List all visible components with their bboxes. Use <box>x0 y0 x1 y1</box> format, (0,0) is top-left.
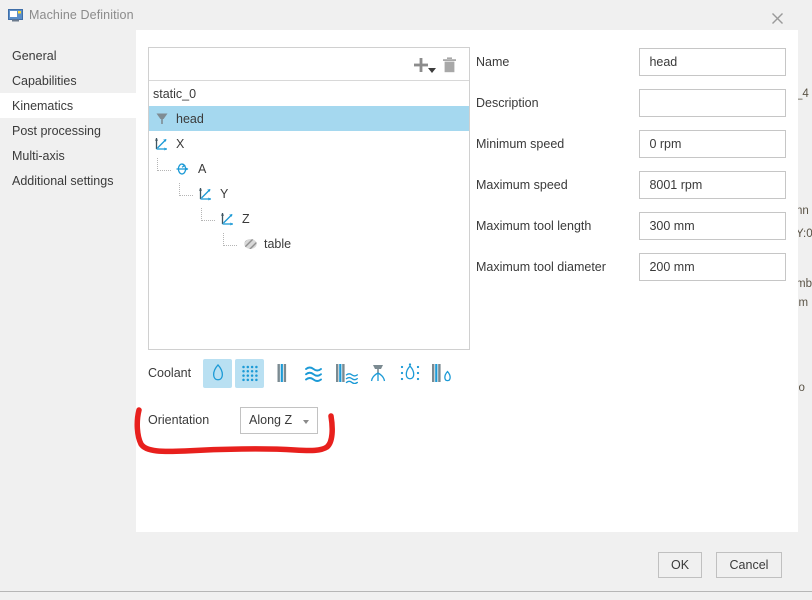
form-row: Maximum tool length 300 mm <box>476 211 786 241</box>
table-disc-icon <box>241 235 259 253</box>
background-bottom-edge <box>0 591 812 592</box>
form-row: Description <box>476 88 786 118</box>
linear-axis-icon <box>197 185 215 203</box>
sidebar-item-kinematics[interactable]: Kinematics <box>0 93 136 118</box>
orientation-row: Orientation Along Z <box>148 405 318 435</box>
field-label: Description <box>476 96 539 110</box>
sidebar-item-additional-settings[interactable]: Additional settings <box>0 168 136 193</box>
through-tool-waves-icon[interactable] <box>331 359 360 388</box>
tree-elbow-connector <box>201 208 215 221</box>
spindle-icon <box>153 110 171 128</box>
form-row: Name head <box>476 47 786 77</box>
coolant-label: Coolant <box>148 366 192 380</box>
kinematics-tree: static_0head X A Y Ztable <box>149 81 469 349</box>
minimum-speed-input[interactable]: 0 rpm <box>639 130 786 158</box>
orientation-label: Orientation <box>148 413 210 427</box>
sidebar-item-post-processing[interactable]: Post processing <box>0 118 136 143</box>
maximum-tool-diameter-input[interactable]: 200 mm <box>639 253 786 281</box>
linear-axis-icon <box>153 135 171 153</box>
coolant-row: Coolant <box>148 358 488 388</box>
background-text-3: mb <box>796 278 812 290</box>
shower-spray-icon[interactable] <box>363 359 392 388</box>
linear-axis-icon <box>219 210 237 228</box>
rotary-axis-icon <box>175 160 193 178</box>
settings-nav: General Capabilities Kinematics Post proces… <box>0 30 136 532</box>
sidebar-item-label: Post processing <box>12 123 101 138</box>
machine-definition-dialog: Machine Definition General Capabilities Ki… <box>0 0 798 590</box>
caret-down-icon <box>303 419 309 424</box>
form-row: Minimum speed 0 rpm <box>476 129 786 159</box>
cancel-button[interactable]: Cancel <box>716 552 782 578</box>
dialog-footer: OK Cancel <box>0 532 798 590</box>
tree-node[interactable]: Y <box>149 181 469 206</box>
sidebar-item-label: Capabilities <box>12 73 77 88</box>
ok-button[interactable]: OK <box>658 552 702 578</box>
tree-elbow-connector <box>223 233 237 246</box>
sidebar-item-multi-axis[interactable]: Multi-axis <box>0 143 136 168</box>
orientation-dropdown[interactable]: Along Z <box>240 406 318 434</box>
field-label: Maximum speed <box>476 178 568 192</box>
sidebar-item-capabilities[interactable]: Capabilities <box>0 68 136 93</box>
dialog-titlebar: Machine Definition <box>0 0 798 30</box>
tree-node[interactable]: static_0 <box>149 81 469 106</box>
dialog-title: Machine Definition <box>29 8 134 22</box>
field-label: Maximum tool diameter <box>476 260 606 274</box>
field-label: Name <box>476 55 510 69</box>
sidebar-item-general[interactable]: General <box>0 43 136 68</box>
sidebar-item-label: Kinematics <box>12 98 74 113</box>
field-label: Maximum tool length <box>476 219 592 233</box>
tree-node[interactable]: head <box>149 106 469 131</box>
caret-down-icon[interactable] <box>428 68 436 73</box>
flood-drop-icon[interactable] <box>203 358 233 388</box>
tree-node-label: X <box>176 136 185 151</box>
tree-node-label: Y <box>220 186 229 201</box>
form-row: Maximum tool diameter 200 mm <box>476 252 786 282</box>
tree-node-label: static_0 <box>153 86 197 101</box>
maximum-tool-length-input[interactable]: 300 mm <box>639 212 786 240</box>
description-input[interactable] <box>639 89 786 117</box>
tree-node[interactable]: X <box>149 131 469 156</box>
tree-node-label: A <box>198 161 207 176</box>
tree-node-label: Z <box>242 211 250 226</box>
close-icon[interactable] <box>766 8 788 28</box>
tree-elbow-connector <box>179 183 193 196</box>
monitor-icon <box>8 9 23 22</box>
flood-waves-icon[interactable] <box>299 359 328 388</box>
mist-dots-icon[interactable] <box>235 358 265 388</box>
background-text-2: Y:0 <box>796 228 812 240</box>
maximum-speed-input[interactable]: 8001 rpm <box>639 171 786 199</box>
tree-node-label: head <box>176 111 204 126</box>
dialog-content: static_0 head X A Y Ztable Coolant Orientatio… <box>136 30 798 532</box>
plus-icon[interactable] <box>409 53 433 77</box>
through-tool-drop-icon[interactable] <box>427 359 456 388</box>
screen-root: CNC_VMC800_4Axis _4nnY:0mbimio Machine D… <box>0 0 812 600</box>
sidebar-item-label: Additional settings <box>12 173 114 188</box>
kinematics-tree-card: static_0head X A Y Ztable <box>148 47 470 350</box>
tree-node[interactable]: A <box>149 156 469 181</box>
field-label: Minimum speed <box>476 137 565 151</box>
name-input[interactable]: head <box>639 48 786 76</box>
mist-drop-icon[interactable] <box>395 359 424 388</box>
orientation-value: Along Z <box>249 413 293 427</box>
tree-node[interactable]: Z <box>149 206 469 231</box>
form-row: Maximum speed 8001 rpm <box>476 170 786 200</box>
tree-node-label: table <box>264 236 292 251</box>
tree-elbow-connector <box>157 158 171 171</box>
tree-node[interactable]: table <box>149 231 469 256</box>
trash-icon[interactable] <box>437 53 461 77</box>
through-tool-icon[interactable] <box>267 359 296 388</box>
sidebar-item-label: General <box>12 48 57 63</box>
tree-toolbar <box>149 48 469 81</box>
sidebar-item-label: Multi-axis <box>12 148 65 163</box>
coolant-options <box>203 358 459 388</box>
